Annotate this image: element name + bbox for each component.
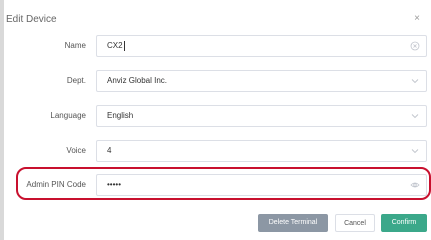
dept-value: Anviz Global Inc. xyxy=(107,76,168,85)
clear-circle-icon[interactable] xyxy=(410,41,420,51)
highlight-annotation xyxy=(16,167,431,200)
language-row: Language English xyxy=(4,105,431,127)
language-label: Language xyxy=(50,111,86,120)
edit-device-dialog: Edit Device × Name CX2 Dept. Anviz Globa… xyxy=(4,0,431,240)
voice-label: Voice xyxy=(66,146,86,155)
dept-label: Dept. xyxy=(66,76,86,85)
voice-row: Voice 4 xyxy=(4,140,431,162)
voice-value: 4 xyxy=(107,146,112,155)
dialog-title: Edit Device xyxy=(6,14,57,25)
cancel-button[interactable]: Cancel xyxy=(335,214,375,232)
name-row: Name CX2 xyxy=(4,35,431,57)
delete-terminal-button[interactable]: Delete Terminal xyxy=(258,214,328,232)
language-select[interactable]: English xyxy=(96,105,427,127)
language-value: English xyxy=(107,111,134,120)
dept-row: Dept. Anviz Global Inc. xyxy=(4,70,431,92)
name-input[interactable]: CX2 xyxy=(96,35,427,57)
voice-select[interactable]: 4 xyxy=(96,140,427,162)
name-label: Name xyxy=(64,41,86,50)
dept-select[interactable]: Anviz Global Inc. xyxy=(96,70,427,92)
confirm-button[interactable]: Confirm xyxy=(381,214,427,232)
chevron-down-icon xyxy=(411,114,419,119)
chevron-down-icon xyxy=(411,79,419,84)
name-value: CX2 xyxy=(107,36,125,56)
close-icon[interactable]: × xyxy=(411,13,423,25)
chevron-down-icon xyxy=(411,149,419,154)
